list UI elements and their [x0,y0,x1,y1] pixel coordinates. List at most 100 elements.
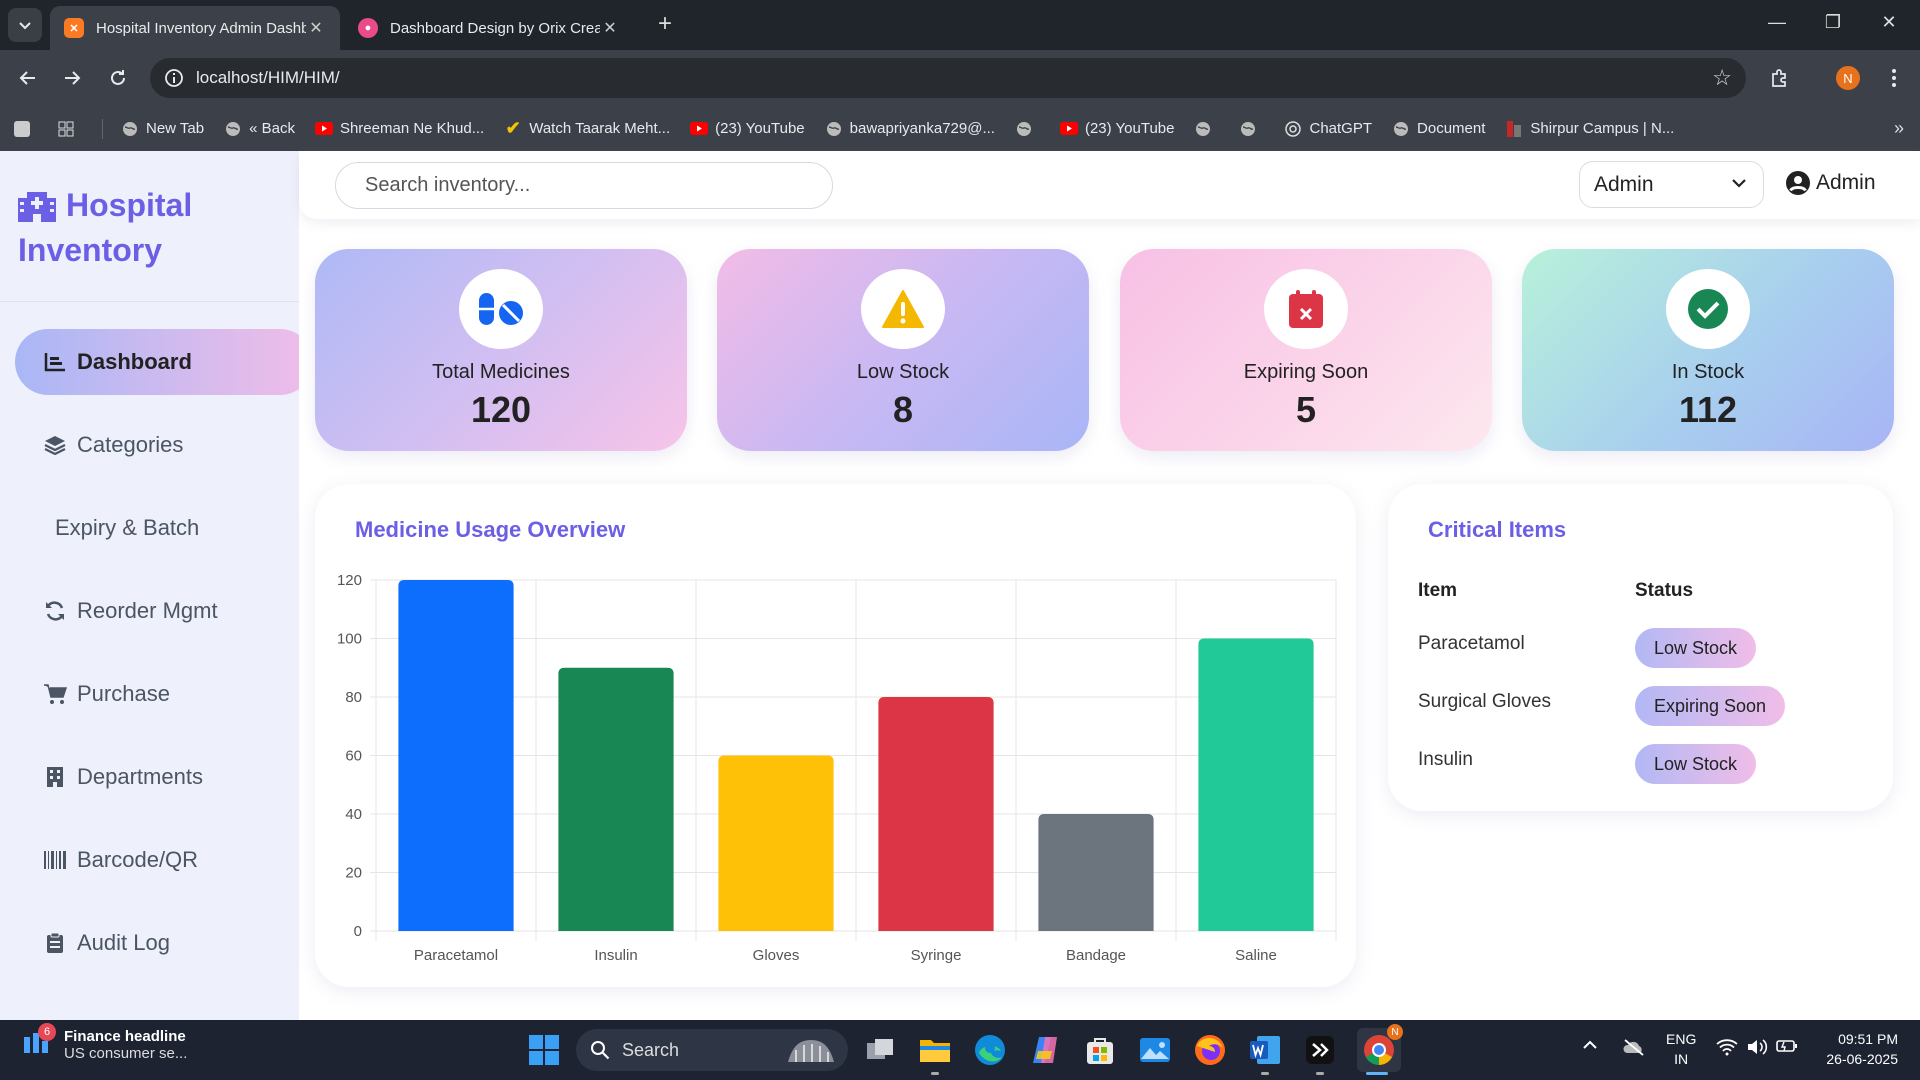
bookmark-youtube-2[interactable]: (23) YouTube [1059,120,1174,138]
restore-button[interactable]: ❐ [1818,12,1848,33]
stat-card-total-medicines[interactable]: Total Medicines 120 [315,249,687,451]
x-tick-label: Gloves [753,947,800,964]
bookmark-star-icon[interactable]: ☆ [1712,65,1732,91]
stat-card-in-stock[interactable]: In Stock 112 [1522,249,1894,451]
bookmark-separator [102,118,103,139]
start-button[interactable] [526,1032,562,1068]
bookmark-label: « Back [249,120,295,137]
volume-icon[interactable] [1746,1038,1768,1056]
sidebar-item-purchase[interactable]: Purchase [15,661,313,727]
wifi-icon[interactable] [1716,1038,1738,1056]
system-clock[interactable]: 09:51 PM 26-06-2025 [1818,1029,1898,1069]
profile-avatar[interactable]: N [1836,66,1860,90]
language-line2: IN [1674,1051,1689,1067]
globe-icon [224,120,242,138]
bookmark-globe-a[interactable] [1015,120,1040,138]
bookmark-new-tab[interactable]: New Tab [121,120,204,138]
stat-value: 120 [470,389,532,430]
address-bar[interactable]: localhost/HIM/HIM/ ☆ [150,58,1746,98]
bookmark-chatgpt[interactable]: ChatGPT [1284,120,1372,138]
bookmark-globe-c[interactable] [1239,120,1264,138]
taskbar-search[interactable]: Search [576,1029,848,1071]
back-button[interactable] [12,62,44,94]
sidebar-item-barcode[interactable]: Barcode/QR [15,827,313,893]
bookmark-taarak[interactable]: ✔ Watch Taarak Meht... [504,118,670,138]
x-tick-label: Paracetamol [414,947,498,964]
edge-button[interactable] [972,1032,1008,1068]
site-info-icon[interactable] [164,68,184,88]
tray-overflow-icon[interactable] [1582,1038,1598,1050]
reload-button[interactable] [102,62,134,94]
bookmarks-bar: New Tab « Back Shreeman Ne Khud... ✔ Watc… [0,106,1920,151]
task-view-button[interactable] [862,1032,898,1068]
firefox-button[interactable] [1192,1032,1228,1068]
stat-icon-circle [459,269,543,349]
tab-dashboard-design[interactable]: ● Dashboard Design by Orix Creative ✕ [344,6,634,50]
sidebar-item-reorder[interactable]: Reorder Mgmt [15,578,313,644]
photos-button[interactable] [1137,1032,1173,1068]
user-menu[interactable]: Admin [1786,171,1876,195]
status-badge: Expiring Soon [1635,686,1786,726]
tab-hospital-inventory[interactable]: ✕ Hospital Inventory Admin Dashboard ✕ [50,6,340,50]
bookmark-document[interactable]: Document [1392,120,1485,138]
close-tab-icon[interactable]: ✕ [600,18,620,38]
sidebar-item-label: Barcode/QR [77,847,199,872]
y-tick-label: 80 [345,689,362,706]
battery-icon[interactable] [1776,1038,1798,1054]
sidebar-item-categories[interactable]: Categories [15,412,313,478]
hospital-icon [18,191,56,222]
tab-bar: ✕ Hospital Inventory Admin Dashboard ✕ ●… [0,0,1920,50]
bookmark-youtube-shreeman[interactable]: Shreeman Ne Khud... [314,120,485,138]
minimize-button[interactable]: — [1762,12,1792,33]
bookmark-label: Shreeman Ne Khud... [339,120,485,137]
news-badge: 6 [38,1023,56,1041]
youtube-icon [314,120,333,138]
file-explorer-button[interactable] [917,1032,953,1068]
bookmarks-overflow-icon[interactable]: » [1894,118,1904,139]
terminal-app-button[interactable] [1302,1032,1338,1068]
bookmark-shirpur[interactable]: Shirpur Campus | N... [1505,120,1674,138]
sidebar-item-expiry-batch[interactable]: Expiry & Batch [15,495,313,561]
language-indicator[interactable]: ENG IN [1666,1029,1696,1069]
role-select[interactable]: Admin [1579,161,1764,208]
store-button[interactable] [1082,1032,1118,1068]
running-indicator [1261,1072,1269,1075]
bookmark-back[interactable]: « Back [224,120,295,138]
stat-card-expiring-soon[interactable]: Expiring Soon 5 [1120,249,1492,451]
bookmark-bawapriyanka[interactable]: bawapriyanka729@... [825,120,995,138]
new-tab-button[interactable]: + [650,10,680,38]
stat-card-low-stock[interactable]: Low Stock 8 [717,249,1089,451]
browser-menu-button[interactable] [1878,62,1910,94]
bookmark-globe-b[interactable] [1194,120,1219,138]
stat-label: Total Medicines [432,361,570,383]
terminal-app-icon [1306,1036,1334,1064]
brand-logo[interactable]: Hospital Inventory [18,183,192,273]
search-input[interactable] [335,162,833,209]
chrome-button[interactable]: N [1357,1024,1403,1072]
close-window-button[interactable]: ✕ [1874,12,1904,33]
bookmark-grid[interactable] [57,120,82,138]
stat-label: Expiring Soon [1243,361,1369,383]
forward-button[interactable] [56,62,88,94]
sidebar-item-audit-log[interactable]: Audit Log [15,910,313,976]
critical-items-panel: Critical Items Item Status Paracetamol L… [1388,484,1893,811]
news-title: Finance headline [64,1028,186,1045]
barcode-icon [43,848,67,872]
tab-search-button[interactable] [8,8,42,42]
bookmark-apps[interactable] [14,120,37,137]
status-badge: Low Stock [1635,628,1757,668]
news-widget-icon: 6 [22,1023,56,1061]
bar-gloves [718,755,834,931]
sidebar-item-dashboard[interactable]: Dashboard [15,329,313,395]
critical-item-name: Insulin [1418,749,1473,770]
news-widget[interactable]: 6 Finance headline US consumer se... [22,1023,187,1062]
copilot-button[interactable] [1027,1032,1063,1068]
close-tab-icon[interactable]: ✕ [306,18,326,38]
extensions-button[interactable] [1764,62,1796,94]
url-text[interactable]: localhost/HIM/HIM/ [196,68,340,88]
sidebar-item-departments[interactable]: Departments [15,744,313,810]
word-button[interactable] [1247,1032,1283,1068]
chrome-profile-badge: N [1387,1024,1403,1040]
cloud-offline-icon[interactable] [1622,1038,1646,1056]
bookmark-youtube-1[interactable]: (23) YouTube [690,120,805,138]
